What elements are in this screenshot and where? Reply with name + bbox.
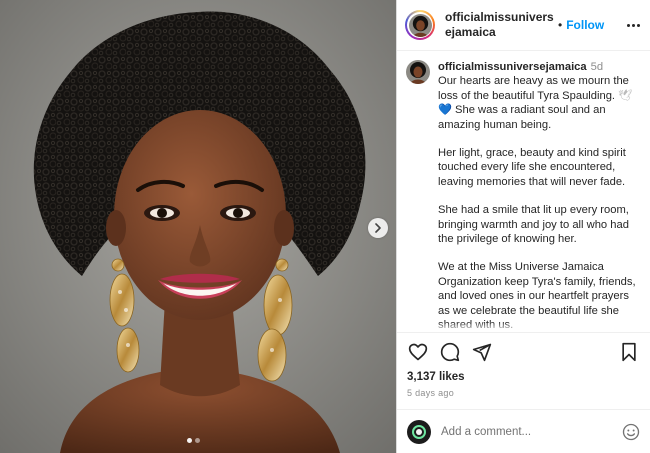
blue-heart-emoji-icon: 💙 (438, 104, 452, 117)
caption-fade (397, 322, 650, 332)
comment-button[interactable] (439, 341, 461, 363)
header-username[interactable]: officialmissuniversejamaica (445, 10, 555, 40)
caption-paragraph: Her light, grace, beauty and kind spirit… (438, 147, 626, 188)
like-button[interactable] (407, 341, 429, 363)
bookmark-icon (622, 342, 636, 361)
caption-text: officialmissuniversejamaica 5d Our hearts… (438, 60, 638, 332)
caption-username[interactable]: officialmissuniversejamaica (438, 61, 587, 73)
instagram-post: officialmissuniversejamaica • Follow off… (0, 0, 650, 453)
carousel-dot (187, 438, 192, 443)
dove-emoji-icon: 🕊 (618, 89, 633, 102)
caption-line: She was a radiant soul and an amazing hu… (438, 104, 606, 131)
post-panel: officialmissuniversejamaica • Follow off… (396, 0, 650, 453)
portrait-photo (0, 0, 396, 453)
caption-scroll-area[interactable]: officialmissuniversejamaica 5d Our hearts… (397, 51, 650, 332)
post-header: officialmissuniversejamaica • Follow (397, 0, 650, 51)
story-ring-avatar[interactable] (405, 10, 435, 40)
comment-input[interactable] (441, 425, 622, 438)
carousel-next-button[interactable] (368, 218, 388, 238)
save-button[interactable] (618, 341, 640, 363)
chevron-right-icon (375, 223, 381, 233)
separator-dot: • (558, 18, 563, 32)
carousel-indicator (187, 438, 200, 443)
follow-button[interactable]: Follow (566, 18, 604, 32)
caption-line: Our hearts are heavy as we mourn the los… (438, 75, 629, 102)
heart-outline-icon (408, 343, 428, 360)
paper-plane-icon (472, 343, 492, 361)
caption-paragraph: officialmissuniversejamaica 5d Our hearts… (438, 60, 638, 132)
likes-count[interactable]: 3,137 likes (397, 370, 650, 385)
comment-composer (397, 409, 650, 453)
action-bar (397, 332, 650, 370)
post-media[interactable] (0, 0, 396, 453)
user-avatar-icon (412, 424, 426, 439)
caption-paragraph: She had a smile that lit up every room, … (438, 204, 629, 246)
avatar (407, 419, 431, 444)
caption-timestamp[interactable]: 5d (591, 61, 603, 73)
share-button[interactable] (471, 341, 493, 363)
comment-bubble-icon (440, 342, 460, 361)
avatar[interactable] (406, 60, 430, 84)
carousel-dot (195, 438, 200, 443)
smiley-face-icon[interactable] (622, 423, 640, 441)
more-horizontal-icon[interactable] (627, 20, 640, 31)
post-timestamp[interactable]: 5 days ago (397, 385, 650, 399)
avatar (408, 13, 432, 37)
